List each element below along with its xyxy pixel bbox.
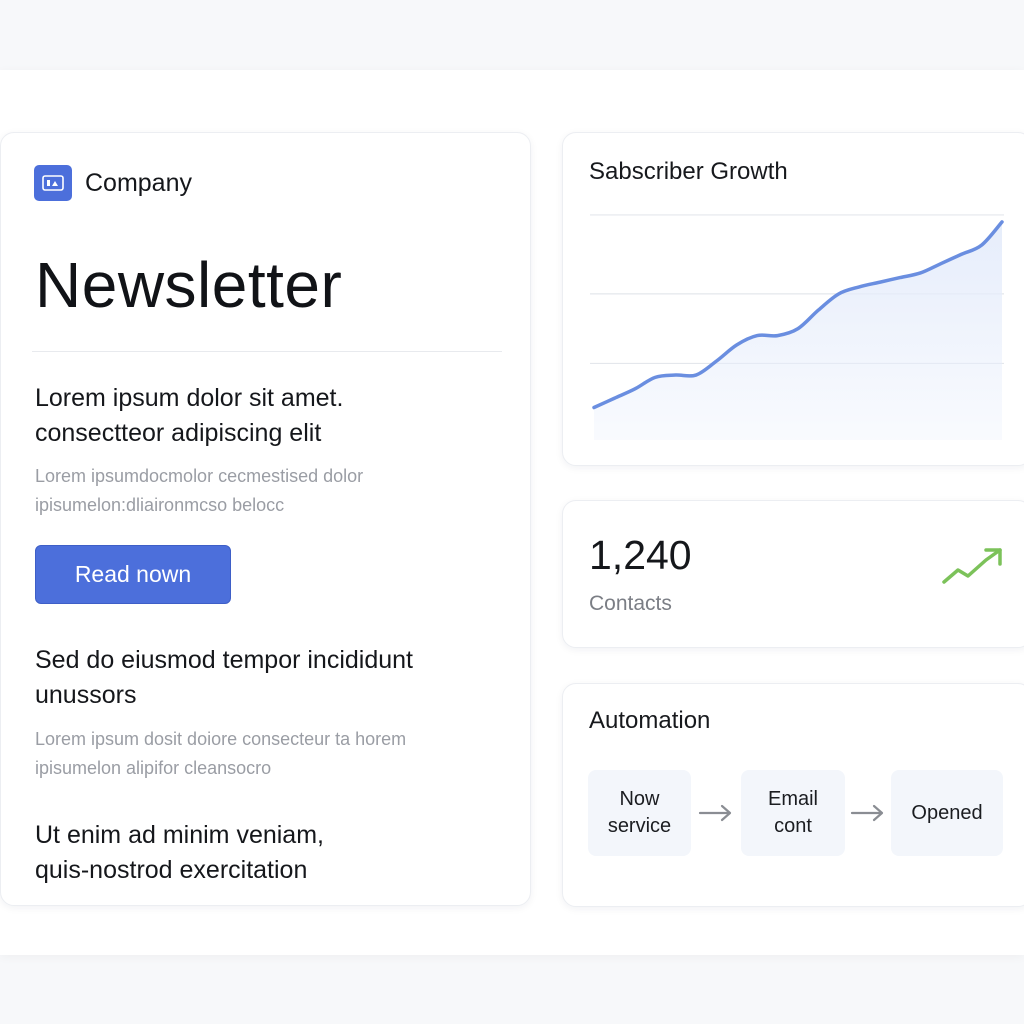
step-2-label-line-1: Email bbox=[767, 788, 818, 810]
article-1-excerpt: Lorem ipsumdocmolor cecmestised dolor ip… bbox=[35, 462, 475, 520]
trend-up-icon bbox=[942, 548, 1002, 584]
automation-step-opened[interactable]: Opened bbox=[891, 770, 1003, 856]
arrow-right-icon bbox=[850, 804, 884, 822]
contacts-label: Contacts bbox=[589, 592, 672, 615]
article-1-title: Lorem ipsum dolor sit amet. consectteor … bbox=[35, 381, 495, 451]
brand-name: Company bbox=[85, 168, 192, 197]
article-3-title-line-2: quis-nostrod exercitation bbox=[35, 856, 308, 884]
chart-area-fill bbox=[594, 221, 1002, 440]
step-1-label-line-1: Now bbox=[619, 788, 660, 810]
article-3-title-line-1: Ut enim ad minim veniam, bbox=[35, 821, 324, 849]
automation-step-email-cont[interactable]: Email cont bbox=[741, 770, 845, 856]
company-logo-icon bbox=[34, 165, 72, 201]
article-1-excerpt-line-1: Lorem ipsumdocmolor cecmestised dolor bbox=[35, 466, 364, 486]
arrow-right-icon bbox=[698, 804, 732, 822]
article-1-title-line-2: consectteor adipiscing elit bbox=[35, 419, 322, 447]
article-2-title: Sed do eiusmod tempor incididunt unussor… bbox=[35, 643, 495, 713]
contacts-count: 1,240 bbox=[589, 532, 692, 578]
subscriber-growth-title: Sabscriber Growth bbox=[589, 158, 788, 185]
article-2-excerpt-line-2: ipisumelon alipifor cleansocro bbox=[35, 758, 272, 778]
subscriber-growth-chart bbox=[590, 214, 1004, 440]
article-1-excerpt-line-2: ipisumelon:dliaironmcso belocc bbox=[35, 495, 285, 515]
automation-step-now-service[interactable]: Now service bbox=[588, 770, 691, 856]
newsletter-headline: Newsletter bbox=[35, 249, 343, 321]
headline-divider bbox=[32, 351, 502, 352]
step-3-label-line-1: Opened bbox=[911, 801, 983, 824]
article-2-excerpt-line-1: Lorem ipsum dosit doiore consecteur ta h… bbox=[35, 729, 407, 749]
brand: Company bbox=[34, 165, 192, 201]
automation-title: Automation bbox=[589, 707, 711, 734]
article-1-title-line-1: Lorem ipsum dolor sit amet. bbox=[35, 384, 344, 412]
article-2-title-line-2: unussors bbox=[35, 681, 137, 709]
step-1-label-line-2: service bbox=[607, 815, 672, 837]
article-2-excerpt: Lorem ipsum dosit doiore consecteur ta h… bbox=[35, 725, 475, 783]
step-2-label-line-2: cont bbox=[774, 815, 812, 837]
article-3-title: Ut enim ad minim veniam, quis-nostrod ex… bbox=[35, 818, 495, 888]
article-2-title-line-1: Sed do eiusmod tempor incididunt bbox=[35, 646, 414, 674]
read-now-button[interactable]: Read nown bbox=[35, 545, 231, 604]
